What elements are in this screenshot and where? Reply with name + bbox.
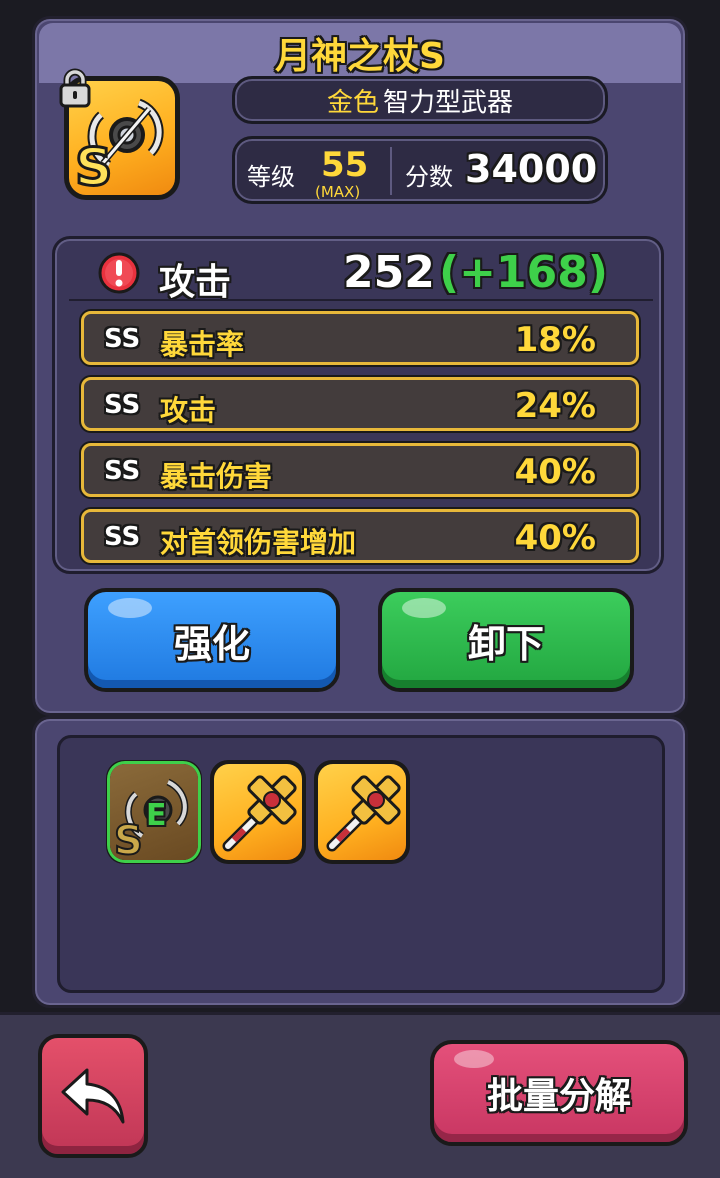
inventory-slot[interactable] [210, 760, 306, 864]
level-label: 等级 [247, 163, 295, 191]
level-value: 55 [321, 145, 369, 185]
sub-stat-row: SS 暴击率 18% [81, 311, 639, 365]
inventory-panel: S E [32, 716, 688, 1008]
lock-icon[interactable] [58, 68, 92, 108]
button-shine [108, 598, 152, 618]
sub-stat-name: 暴击率 [160, 328, 245, 361]
sub-stat-grade: SS [104, 456, 141, 486]
score-value: 34000 [465, 147, 598, 191]
main-stat-row: 攻击 252 (+168) [55, 239, 661, 303]
button-shine [454, 1050, 494, 1068]
sub-stat-row: SS 攻击 24% [81, 377, 639, 431]
weapon-title: 月神之杖S [275, 36, 445, 77]
divider [69, 299, 653, 301]
sub-stat-row: SS 暴击伤害 40% [81, 443, 639, 497]
main-stat-label: 攻击 [159, 262, 232, 303]
divider [390, 147, 392, 195]
level-max: (MAX) [315, 183, 361, 201]
inventory-slot[interactable] [314, 760, 410, 864]
sub-stat-row: SS 对首领伤害增加 40% [81, 509, 639, 563]
score-label: 分数 [405, 163, 453, 191]
enhance-button[interactable]: 强化 [84, 588, 340, 692]
bulk-salvage-button[interactable]: 批量分解 [430, 1040, 688, 1146]
bulk-salvage-label: 批量分解 [486, 1076, 631, 1117]
button-shine [402, 598, 446, 618]
enhance-label: 强化 [173, 621, 250, 666]
unequip-button[interactable]: 卸下 [378, 588, 634, 692]
cross-staff-icon [326, 775, 401, 852]
inventory-slot-equipped[interactable]: S E [106, 760, 202, 864]
weapon-type-label: 智力型武器 [383, 87, 514, 118]
sub-stat-value: 24% [514, 386, 596, 426]
stat-box: 攻击 252 (+168) SS 暴击率 18% SS 攻击 24% SS 暴击… [52, 236, 664, 574]
sub-stat-name: 对首领伤害增加 [160, 526, 357, 559]
weapon-type: 金色 智力型武器 [232, 76, 608, 124]
main-stat-bonus: (+168) [439, 247, 608, 298]
sub-stat-name: 攻击 [160, 394, 217, 427]
cross-staff-icon [222, 775, 297, 852]
equipped-badge: E [146, 798, 167, 833]
title-bar: 月神之杖S [39, 23, 681, 83]
sub-stat-value: 40% [514, 518, 596, 558]
main-stat-value: 252 [343, 247, 435, 298]
sub-stat-grade: SS [104, 522, 141, 552]
level-score-pill: 等级 55 (MAX) 分数 34000 [232, 136, 608, 204]
sub-stat-value: 40% [514, 452, 596, 492]
weapon-rarity: 金色 [326, 87, 379, 118]
back-button[interactable] [38, 1034, 148, 1158]
sub-stat-value: 18% [514, 320, 596, 360]
svg-text:S: S [75, 138, 112, 195]
sub-stat-name: 暴击伤害 [160, 460, 273, 493]
sub-stat-grade: SS [104, 390, 141, 420]
sub-stat-grade: SS [104, 324, 141, 354]
unequip-label: 卸下 [467, 621, 544, 666]
alert-icon [98, 252, 140, 294]
inventory-grid[interactable]: S E [57, 735, 665, 993]
svg-text:S: S [114, 818, 143, 860]
back-arrow-icon [61, 1068, 125, 1124]
